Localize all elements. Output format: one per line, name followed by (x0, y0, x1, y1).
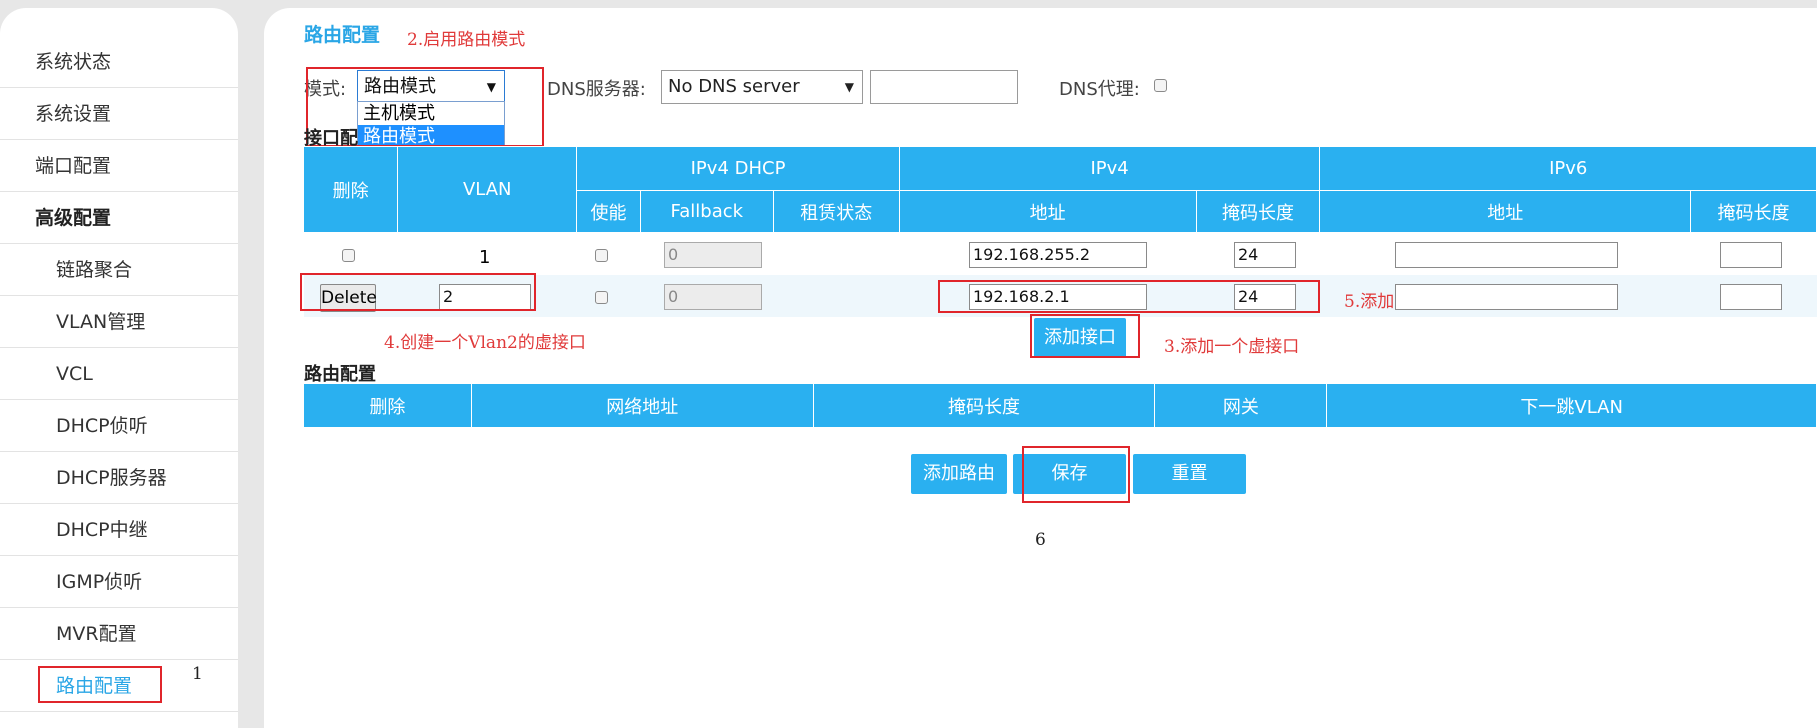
row2-vlan-input[interactable]: 2 (439, 284, 531, 310)
add-route-button[interactable]: 添加路由 (911, 454, 1007, 494)
row1-ipv6-address-input[interactable] (1395, 242, 1618, 268)
sidebar-item-advanced-config[interactable]: 高级配置 (0, 192, 238, 244)
dns-proxy-label: DNS代理: (1059, 79, 1140, 100)
row1-fallback-input: 0 (664, 242, 762, 268)
mode-label: 模式: (304, 79, 347, 100)
annotation-step-4: 4.创建一个Vlan2的虚接口 (384, 333, 586, 353)
sidebar-item-igmp-snooping[interactable]: IGMP侦听 (0, 556, 238, 608)
row1-ipv4-address-input[interactable]: 192.168.255.2 (969, 242, 1147, 268)
sidebar-item-dhcp-server[interactable]: DHCP服务器 (0, 452, 238, 504)
header-lease-status: 租赁状态 (772, 190, 900, 233)
route-header-mask: 掩码长度 (812, 383, 1156, 428)
row2-enable-checkbox[interactable] (595, 291, 608, 304)
row1-vlan: 1 (479, 247, 491, 268)
row2-ipv6-address-input[interactable] (1395, 284, 1618, 310)
add-interface-button[interactable]: 添加接口 (1034, 318, 1126, 358)
sidebar-item-system-settings[interactable]: 系统设置 (0, 88, 238, 140)
sidebar-item-dhcp-relay[interactable]: DHCP中继 (0, 504, 238, 556)
chevron-down-icon: ▼ (486, 80, 496, 94)
header-ipv6-address: 地址 (1319, 190, 1692, 233)
sidebar-item-link-aggregation[interactable]: 链路聚合 (0, 244, 238, 296)
annotation-step-3: 3.添加一个虚接口 (1164, 337, 1300, 357)
row1-enable-checkbox[interactable] (595, 249, 608, 262)
header-ipv4-dhcp: IPv4 DHCP (576, 146, 900, 191)
row2-ipv4-address-input[interactable]: 192.168.2.1 (969, 284, 1147, 310)
header-ipv4-address: 地址 (898, 190, 1197, 233)
header-vlan: VLAN (397, 146, 578, 233)
header-ipv6-mask: 掩码长度 (1690, 190, 1817, 233)
sidebar-item-port-config[interactable]: 端口配置 (0, 140, 238, 192)
header-delete: 删除 (302, 146, 399, 233)
sidebar: 系统状态 系统设置 端口配置 高级配置 链路聚合 VLAN管理 VCL DHCP… (0, 8, 238, 728)
sidebar-item-vcl[interactable]: VCL (0, 348, 238, 400)
mode-option-host[interactable]: 主机模式 (358, 102, 504, 125)
row1-ipv6-mask-input[interactable] (1720, 242, 1782, 268)
dns-proxy-checkbox[interactable] (1154, 79, 1167, 92)
mode-select[interactable]: 路由模式 ▼ (357, 70, 505, 104)
route-table: 删除 网络地址 掩码长度 网关 下一跳VLAN (303, 383, 1817, 428)
header-ipv6: IPv6 (1319, 146, 1817, 191)
sidebar-menu: 系统状态 系统设置 端口配置 高级配置 链路聚合 VLAN管理 VCL DHCP… (0, 36, 238, 712)
save-button[interactable]: 保存 (1013, 454, 1126, 494)
chevron-down-icon: ▼ (844, 80, 854, 94)
header-ipv4-mask: 掩码长度 (1195, 190, 1321, 233)
sidebar-item-mvr-config[interactable]: MVR配置 (0, 608, 238, 660)
row2-ipv4-mask-input[interactable]: 24 (1234, 284, 1296, 310)
row1-ipv4-mask-input[interactable]: 24 (1234, 242, 1296, 268)
sidebar-item-system-status[interactable]: 系统状态 (0, 36, 238, 88)
mode-dropdown-list[interactable]: 主机模式 路由模式 (357, 101, 505, 149)
route-header-next-hop-vlan: 下一跳VLAN (1326, 383, 1817, 428)
header-fallback: Fallback (639, 190, 774, 233)
row2-ipv6-mask-input[interactable] (1720, 284, 1782, 310)
annotation-step-2: 2.启用路由模式 (407, 30, 526, 50)
route-header-network: 网络地址 (470, 383, 814, 428)
header-ipv4: IPv4 (898, 146, 1321, 191)
page-title: 路由配置 (304, 24, 381, 46)
dns-server-input[interactable] (870, 70, 1018, 104)
annotation-step-6: 6 (1035, 530, 1046, 550)
main-panel: 路由配置 2.启用路由模式 模式: 路由模式 ▼ 主机模式 路由模式 DNS服务器… (264, 8, 1817, 728)
mode-option-route[interactable]: 路由模式 (358, 125, 504, 148)
row2-delete-button[interactable]: Delete (320, 284, 377, 312)
route-header-delete: 删除 (303, 383, 472, 428)
row1-delete-checkbox[interactable] (342, 249, 355, 262)
sidebar-item-vlan-management[interactable]: VLAN管理 (0, 296, 238, 348)
dns-server-label: DNS服务器: (547, 79, 646, 100)
route-header-gateway: 网关 (1154, 383, 1328, 428)
header-enable: 使能 (576, 190, 641, 233)
sidebar-item-dhcp-snooping[interactable]: DHCP侦听 (0, 400, 238, 452)
dns-server-select[interactable]: No DNS server ▼ (661, 70, 863, 104)
annotation-step-1: 1 (192, 664, 203, 684)
row2-fallback-input: 0 (664, 284, 762, 310)
reset-button[interactable]: 重置 (1133, 454, 1246, 494)
